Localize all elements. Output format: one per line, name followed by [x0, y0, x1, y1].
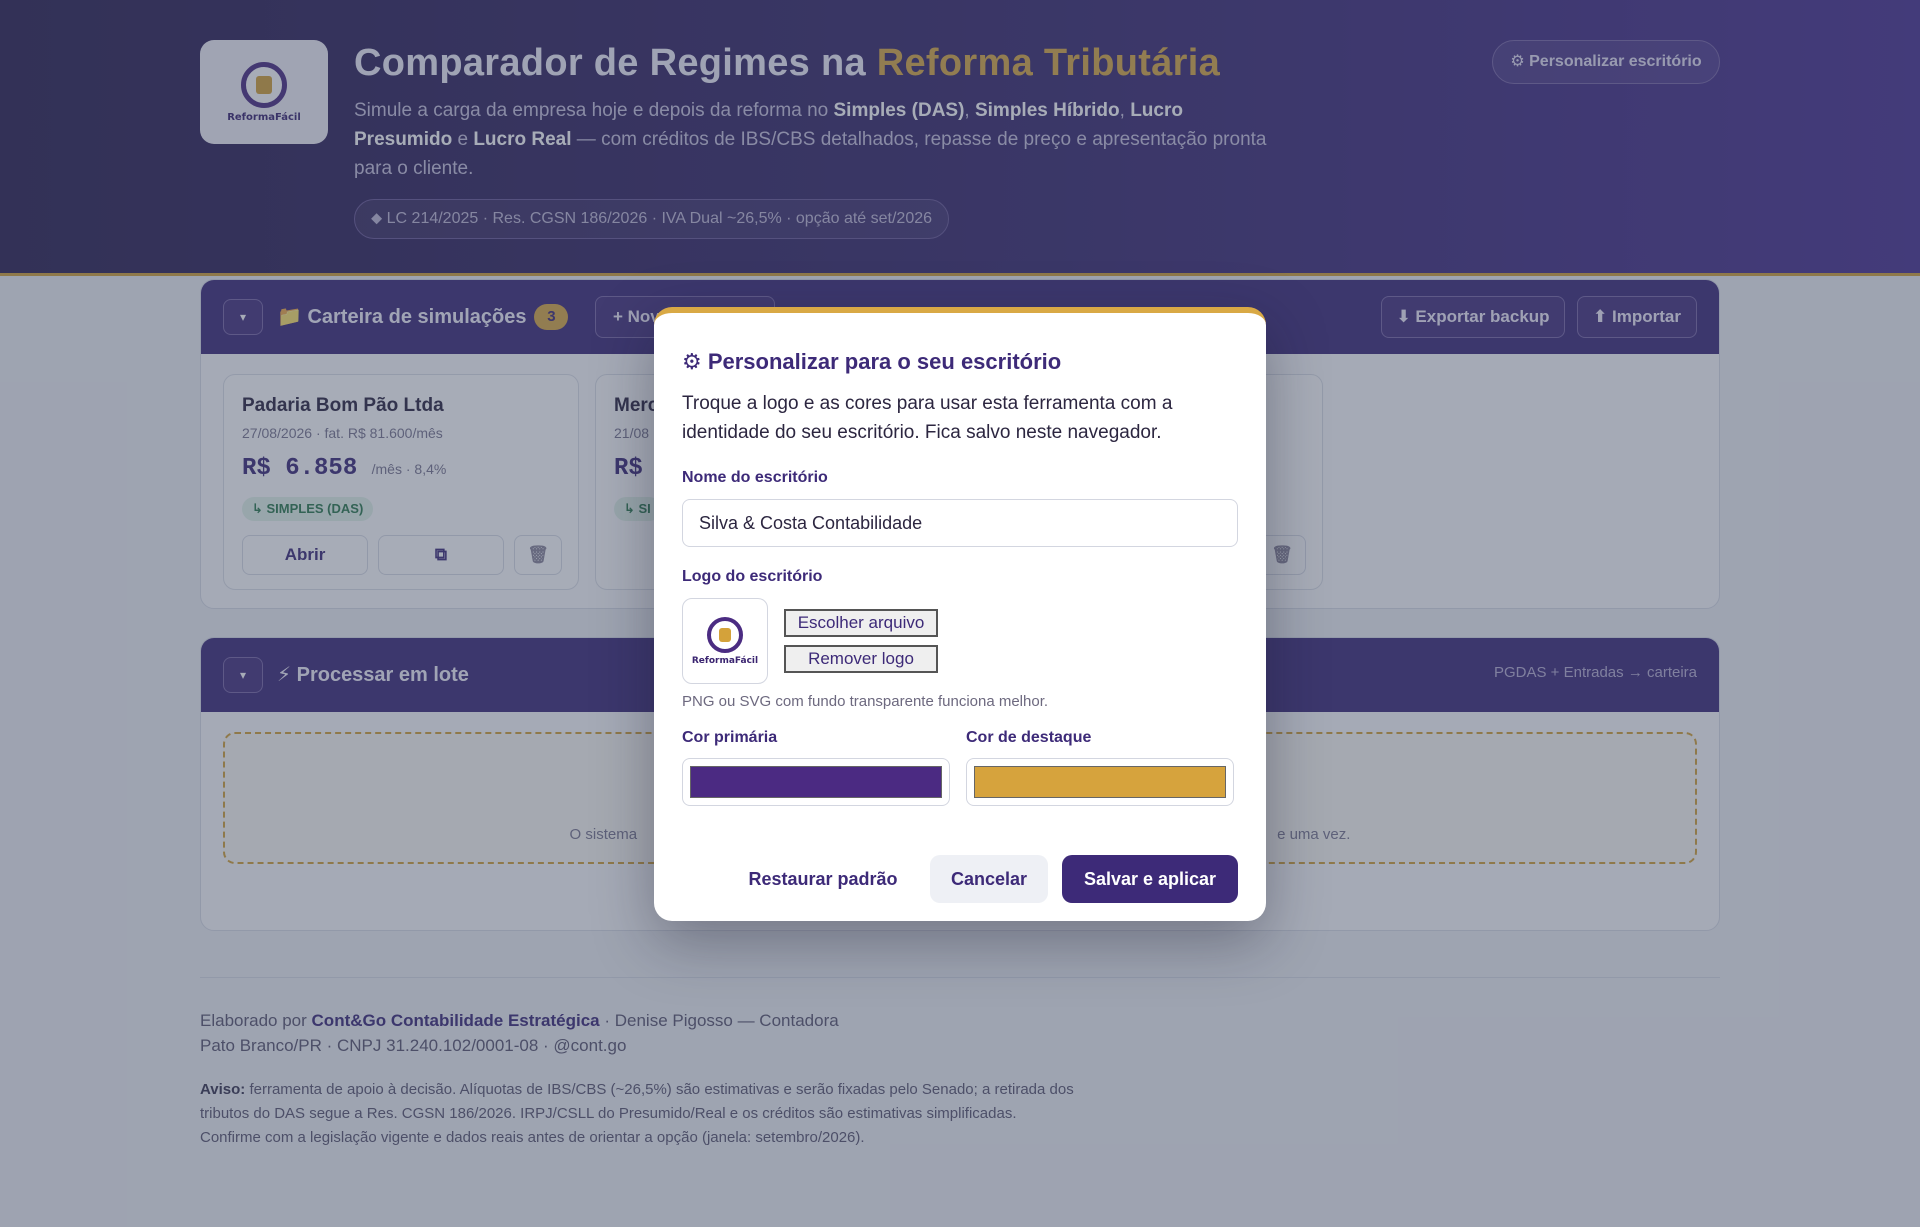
cancel-button[interactable]: Cancelar [930, 855, 1048, 903]
primary-color-label: Cor primária [682, 729, 778, 746]
save-and-apply-button[interactable]: Salvar e aplicar [1062, 855, 1238, 903]
logo-hint: PNG ou SVG com fundo transparente funcio… [682, 693, 1049, 710]
primary-color-swatch [690, 766, 942, 798]
accent-color-picker[interactable] [966, 758, 1234, 806]
logo-preview-text: ReformaFácil [691, 655, 759, 666]
primary-color-picker[interactable] [682, 758, 950, 806]
remove-logo-button[interactable]: Remover logo [784, 645, 938, 673]
choose-file-button[interactable]: Escolher arquivo [784, 609, 938, 637]
accent-color-label: Cor de destaque [966, 729, 1092, 746]
modal-description: Troque a logo e as cores para usar esta … [682, 393, 1173, 443]
modal-title: ⚙ Personalizar para o seu escritório [682, 349, 1062, 374]
restore-default-button[interactable]: Restaurar padrão [728, 855, 918, 903]
logo-icon [707, 616, 743, 653]
accent-color-swatch [974, 766, 1226, 798]
office-logo-label: Logo do escritório [682, 568, 823, 585]
office-name-input[interactable] [682, 499, 1238, 547]
personalize-modal: ⚙ Personalizar para o seu escritório Tro… [654, 307, 1266, 921]
logo-preview: ReformaFácil [682, 598, 768, 684]
office-name-label: Nome do escritório [682, 469, 828, 486]
